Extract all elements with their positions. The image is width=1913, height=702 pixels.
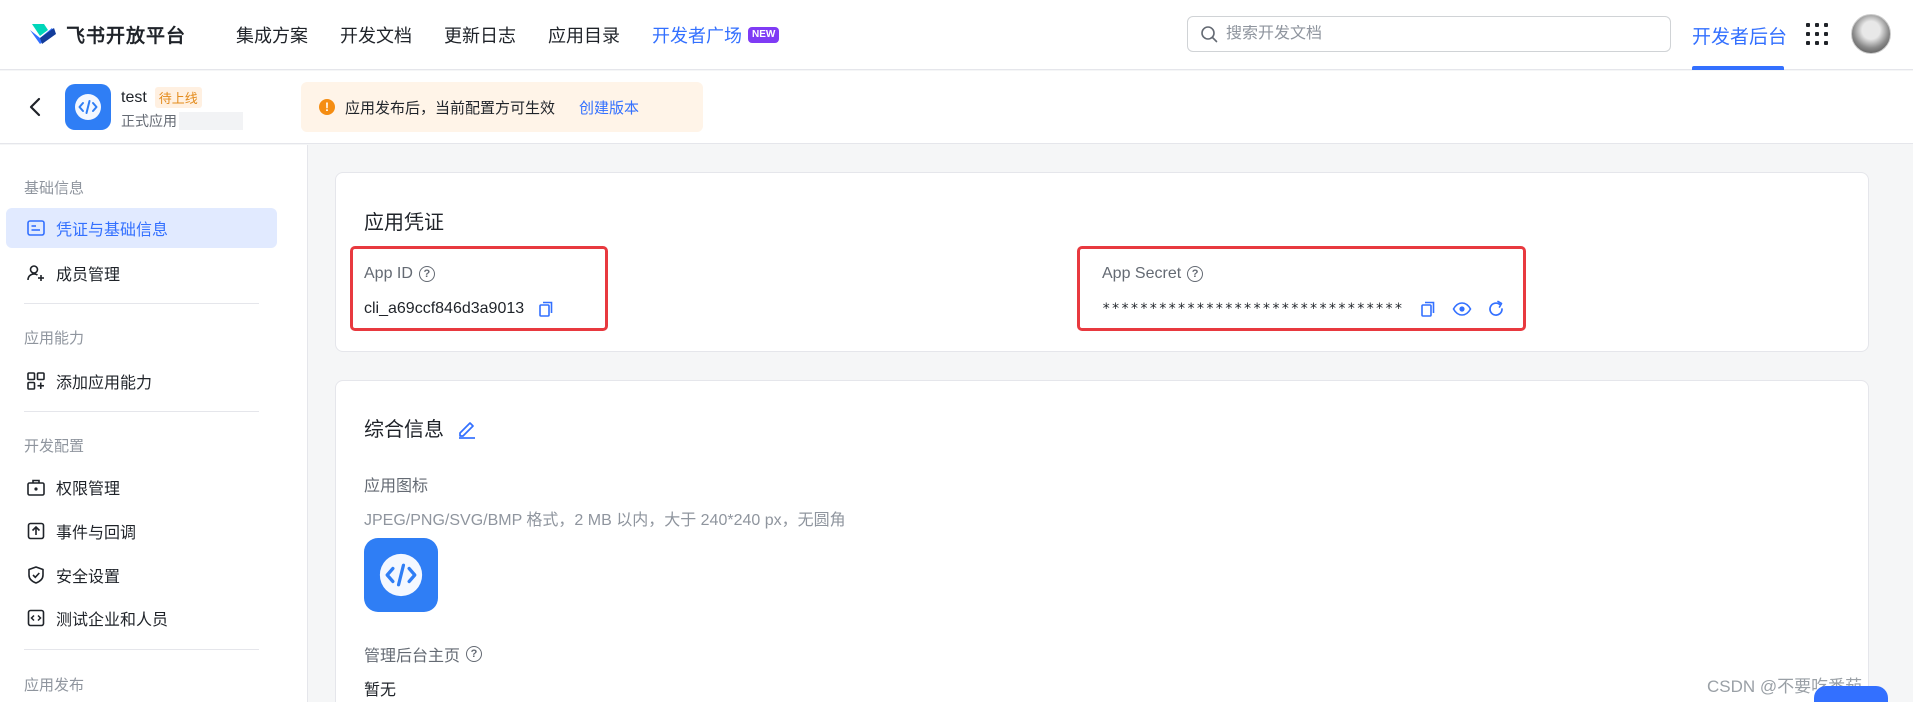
create-version-link[interactable]: 创建版本: [579, 97, 639, 118]
app-type: 正式应用: [121, 113, 177, 129]
warning-icon: !: [319, 99, 335, 115]
top-navbar: 飞书开放平台 集成方案 开发文档 更新日志 应用目录 开发者广场 NEW 开发者…: [0, 0, 1913, 70]
code-box-icon: [27, 609, 45, 627]
sidebar-item-add-capability[interactable]: 添加应用能力: [6, 361, 277, 401]
search-box[interactable]: [1187, 16, 1671, 52]
sidebar-item-security[interactable]: 安全设置: [6, 555, 277, 595]
main-nav: 集成方案 开发文档 更新日志 应用目录 开发者广场 NEW: [236, 22, 780, 48]
nav-item-changelog[interactable]: 更新日志: [444, 22, 516, 48]
sidebar-item-label: 成员管理: [56, 267, 121, 284]
feishu-logo-icon: [30, 24, 56, 44]
shield-check-icon: [28, 566, 44, 584]
sidebar-item-test-enterprise[interactable]: 测试企业和人员: [6, 598, 277, 638]
sidebar-item-permissions[interactable]: 权限管理: [6, 467, 277, 507]
sidebar-item-label: 添加应用能力: [56, 375, 153, 392]
add-apps-icon: [27, 372, 45, 390]
app-name-row: test 待上线: [121, 87, 202, 108]
sidebar-group-publish: 应用发布: [24, 677, 85, 694]
sidebar-item-events[interactable]: 事件与回调: [6, 511, 277, 551]
event-upload-icon: [27, 522, 45, 540]
redacted-text: [179, 112, 243, 130]
general-info-title: 综合信息: [364, 419, 444, 441]
general-info-card: 综合信息 应用图标 JPEG/PNG/SVG/BMP 格式，2 MB 以内，大于…: [335, 380, 1869, 702]
sidebar-group-basic-info: 基础信息: [24, 180, 85, 197]
credentials-title: 应用凭证: [364, 212, 444, 234]
app-icon: [65, 84, 111, 130]
sidebar-item-members[interactable]: 成员管理: [6, 253, 277, 293]
user-add-icon: [27, 265, 44, 281]
developer-console-link[interactable]: 开发者后台: [1692, 22, 1787, 49]
divider: [24, 303, 259, 304]
sidebar-item-label: 测试企业和人员: [56, 612, 169, 629]
nav-item-docs[interactable]: 开发文档: [340, 22, 412, 48]
briefcase-lock-icon: [27, 479, 45, 496]
nav-item-developer-plaza-label: 开发者广场: [652, 26, 742, 46]
sidebar-item-label: 权限管理: [56, 481, 121, 498]
help-icon[interactable]: ?: [466, 646, 483, 662]
search-input[interactable]: [1226, 25, 1646, 43]
sidebar: 基础信息 凭证与基础信息 成员管理 应用能力 添加应用能力 开发配置 权限管理 …: [0, 145, 308, 702]
user-avatar[interactable]: [1851, 14, 1891, 54]
sidebar-item-label: 安全设置: [56, 569, 121, 586]
new-badge: NEW: [748, 27, 780, 43]
id-card-icon: [27, 220, 45, 236]
sidebar-group-capabilities: 应用能力: [24, 330, 85, 347]
general-info-title-row: 综合信息: [364, 413, 478, 442]
status-badge: 待上线: [154, 87, 202, 108]
credentials-card: 应用凭证 App ID ? cli_a69ccf846d3a9013 App S…: [335, 172, 1869, 352]
active-tab-indicator: [1692, 66, 1784, 70]
app-icon-label: 应用图标: [364, 478, 429, 495]
code-bubble-icon: [75, 94, 101, 120]
sidebar-item-label: 凭证与基础信息: [56, 222, 169, 239]
sidebar-group-dev-config: 开发配置: [24, 438, 85, 455]
sidebar-item-credentials[interactable]: 凭证与基础信息: [6, 208, 277, 248]
search-icon: [1201, 26, 1218, 43]
divider: [24, 649, 259, 650]
homepage-label-row: 管理后台主页 ?: [364, 642, 483, 666]
floating-help-button[interactable]: [1814, 686, 1888, 702]
app-header: test 待上线 正式应用 ! 应用发布后，当前配置方可生效 创建版本: [0, 71, 1913, 144]
apps-grid-icon[interactable]: [1806, 23, 1828, 45]
notice-text: 应用发布后，当前配置方可生效: [345, 99, 556, 117]
homepage-label: 管理后台主页: [364, 648, 461, 665]
app-icon-preview[interactable]: [364, 538, 438, 612]
publish-notice: ! 应用发布后，当前配置方可生效 创建版本: [301, 82, 703, 132]
highlight-box-app-id: [350, 246, 608, 331]
app-name: test: [121, 88, 147, 106]
code-bubble-icon: [379, 553, 423, 597]
edit-pencil-icon[interactable]: [456, 417, 478, 439]
nav-item-developer-plaza[interactable]: 开发者广场 NEW: [652, 22, 780, 48]
brand[interactable]: 飞书开放平台: [26, 18, 186, 50]
app-icon-hint: JPEG/PNG/SVG/BMP 格式，2 MB 以内，大于 240*240 p…: [364, 512, 846, 529]
sidebar-item-label: 事件与回调: [56, 525, 137, 542]
nav-item-solutions[interactable]: 集成方案: [236, 22, 308, 48]
back-arrow-icon[interactable]: [24, 95, 48, 119]
brand-name: 飞书开放平台: [66, 25, 187, 47]
nav-item-app-directory[interactable]: 应用目录: [548, 22, 620, 48]
divider: [24, 411, 259, 412]
app-type-row: 正式应用: [121, 111, 243, 131]
homepage-value: 暂无: [364, 682, 397, 699]
highlight-box-app-secret: [1077, 246, 1526, 331]
